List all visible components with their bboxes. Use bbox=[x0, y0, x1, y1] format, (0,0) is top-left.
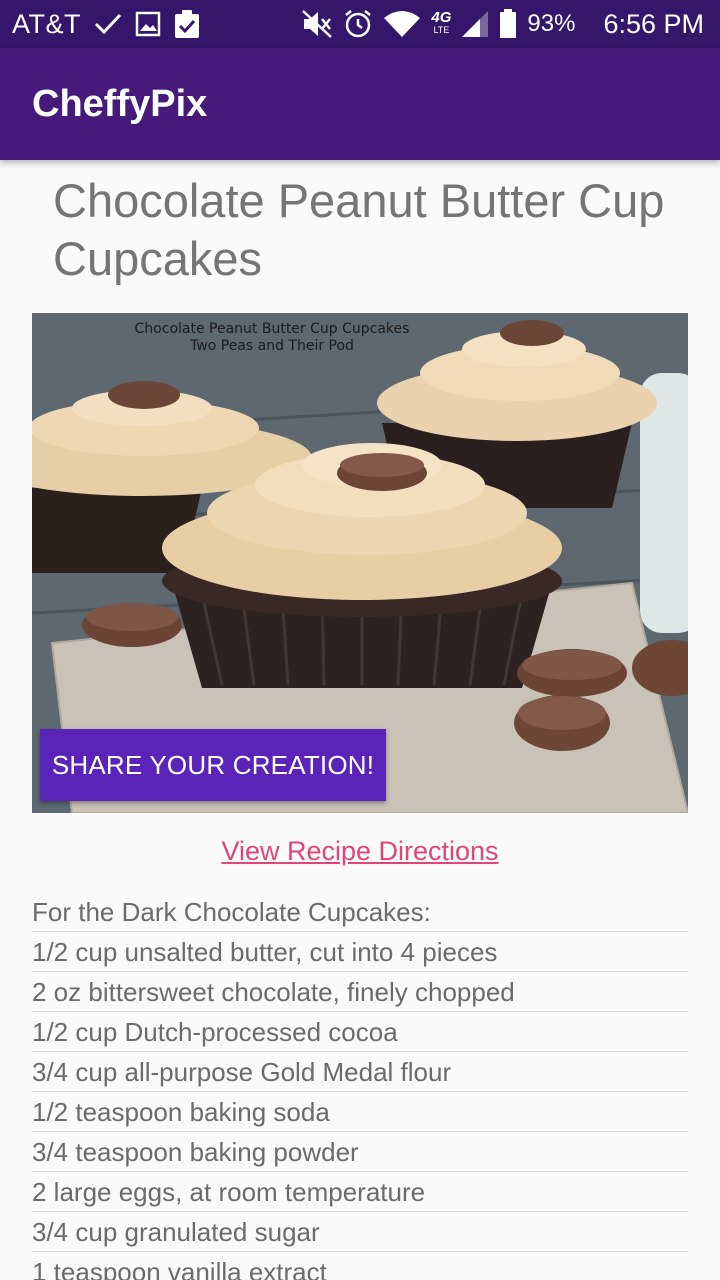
mute-icon bbox=[301, 9, 333, 39]
image-icon bbox=[135, 11, 161, 37]
ingredients-list: For the Dark Chocolate Cupcakes: 1/2 cup… bbox=[32, 892, 688, 1280]
image-caption-line-1: Chocolate Peanut Butter Cup Cupcakes bbox=[134, 321, 410, 337]
lte-label: 4G LTE bbox=[431, 9, 452, 36]
network-sub-label: LTE bbox=[433, 25, 450, 35]
view-recipe-directions-link[interactable]: View Recipe Directions bbox=[0, 836, 720, 867]
recipe-title: Chocolate Peanut Butter Cup Cupcakes bbox=[53, 174, 665, 285]
list-item: 3/4 teaspoon baking powder bbox=[32, 1132, 688, 1172]
clipboard-check-icon bbox=[173, 9, 201, 39]
signal-icon bbox=[461, 10, 489, 38]
list-item: 1/2 cup unsalted butter, cut into 4 piec… bbox=[32, 932, 688, 972]
list-item: 1/2 teaspoon baking soda bbox=[32, 1092, 688, 1132]
list-item: 3/4 cup all-purpose Gold Medal flour bbox=[32, 1052, 688, 1092]
network-label: 4G bbox=[431, 9, 452, 26]
share-creation-button[interactable]: SHARE YOUR CREATION! bbox=[40, 729, 386, 801]
app-bar: CheffyPix bbox=[0, 48, 720, 160]
list-item: 3/4 cup granulated sugar bbox=[32, 1212, 688, 1252]
status-bar: AT&T 4G LTE 93% 6:56 PM bbox=[0, 0, 720, 48]
image-caption: Chocolate Peanut Butter Cup Cupcakes Two… bbox=[32, 321, 512, 355]
wifi-icon bbox=[383, 10, 421, 38]
carrier-label: AT&T bbox=[12, 8, 81, 39]
app-title: CheffyPix bbox=[32, 82, 208, 125]
list-item: 1/2 cup Dutch-processed cocoa bbox=[32, 1012, 688, 1052]
image-caption-line-2: Two Peas and Their Pod bbox=[190, 338, 354, 354]
list-item: 2 large eggs, at room temperature bbox=[32, 1172, 688, 1212]
battery-icon bbox=[499, 9, 517, 39]
clock: 6:56 PM bbox=[603, 8, 704, 39]
list-item: 2 oz bittersweet chocolate, finely chopp… bbox=[32, 972, 688, 1012]
battery-percent: 93% bbox=[527, 10, 576, 37]
list-item: 1 teaspoon vanilla extract bbox=[32, 1252, 688, 1280]
list-item: For the Dark Chocolate Cupcakes: bbox=[32, 892, 688, 932]
check-icon bbox=[93, 12, 123, 36]
alarm-icon bbox=[343, 9, 373, 39]
